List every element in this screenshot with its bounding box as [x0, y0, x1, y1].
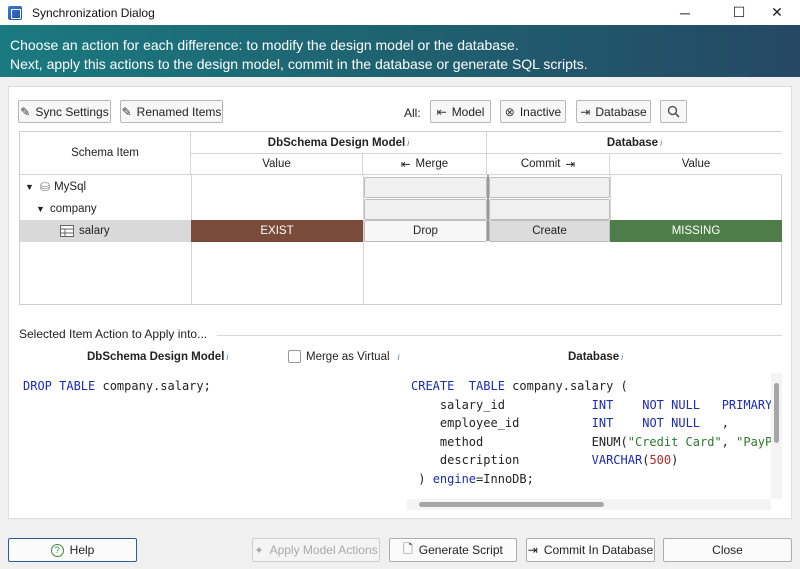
- database-sql-editor[interactable]: CREATE TABLE company.salary ( salary_id …: [407, 373, 771, 499]
- banner-line-1: Choose an action for each difference: to…: [10, 37, 519, 53]
- merge-icon: ⇤: [400, 159, 411, 171]
- scrollbar-thumb[interactable]: [419, 502, 604, 507]
- tree-row-mysql[interactable]: ▼ ⛁ MySql: [25, 176, 86, 198]
- search-icon: [667, 105, 680, 118]
- all-inactive-button[interactable]: ⊗ Inactive: [500, 100, 566, 123]
- design-model-header-label: DbSchema Design Model: [267, 136, 406, 149]
- info-icon: i: [226, 352, 229, 362]
- help-label: Help: [69, 543, 95, 557]
- apply-label: Apply Model Actions: [269, 543, 378, 557]
- database-server-icon: ⛁: [40, 180, 51, 194]
- tree-row-company[interactable]: ▼ company: [36, 198, 97, 220]
- search-button[interactable]: [660, 100, 687, 123]
- horizontal-scrollbar[interactable]: [407, 499, 771, 510]
- instruction-banner: Choose an action for each difference: to…: [0, 25, 800, 77]
- section-separator: [217, 335, 782, 336]
- title-bar: Synchronization Dialog ─ ☐ ✕: [0, 0, 800, 25]
- merge-header-label: Merge: [415, 158, 449, 170]
- tree-label-mysql: MySql: [54, 181, 87, 193]
- apply-model-actions-button[interactable]: ✦ Apply Model Actions: [252, 538, 380, 562]
- banner-line-2: Next, apply this actions to the design m…: [10, 56, 588, 72]
- selected-item-label: Selected Item Action to Apply into...: [19, 327, 208, 341]
- commit-header-label: Commit: [520, 158, 561, 170]
- pencil-icon: ✎: [20, 104, 31, 119]
- renamed-items-label: Renamed Items: [136, 104, 222, 119]
- model-value-header: Value: [191, 154, 363, 175]
- info-icon: i: [397, 352, 400, 362]
- collapse-arrow-icon[interactable]: ▼: [25, 182, 37, 192]
- all-database-label: Database: [595, 104, 647, 119]
- database-status-missing: MISSING: [610, 220, 782, 242]
- model-sql-editor[interactable]: DROP TABLE company.salary;: [19, 373, 397, 513]
- tree-label-salary: salary: [79, 225, 110, 237]
- merge-cell-mysql[interactable]: [364, 177, 487, 198]
- commit-header: Commit ⇥: [487, 154, 610, 175]
- merge-virtual-checkbox[interactable]: [288, 350, 301, 363]
- database-header: Database i: [487, 132, 782, 154]
- sync-settings-label: Sync Settings: [35, 104, 109, 119]
- collapse-arrow-icon[interactable]: ▼: [36, 204, 48, 214]
- app-icon: [8, 5, 22, 20]
- close-window-button[interactable]: ✕: [754, 0, 800, 25]
- tree-row-salary[interactable]: salary: [60, 220, 110, 242]
- window-title: Synchronization Dialog: [32, 5, 155, 20]
- right-panel-header: Database i: [568, 351, 623, 363]
- database-header-label: Database: [606, 136, 659, 149]
- commit-create-button[interactable]: Create: [489, 220, 610, 242]
- apply-icon: ✦: [254, 544, 264, 557]
- generate-label: Generate Script: [418, 543, 503, 557]
- database-value-header: Value: [610, 154, 782, 175]
- info-icon: i: [407, 137, 410, 148]
- pencil-icon: ✎: [121, 104, 132, 119]
- export-icon: ⇥: [527, 543, 538, 557]
- export-icon: ⇥: [580, 104, 591, 119]
- commit-icon: ⇥: [565, 159, 576, 171]
- merge-virtual-label: Merge as Virtual i: [306, 351, 400, 363]
- left-panel-header-label: DbSchema Design Model: [87, 351, 225, 363]
- vertical-scrollbar[interactable]: [771, 373, 782, 499]
- commit-in-database-button[interactable]: ⇥ Commit In Database: [526, 538, 655, 562]
- info-icon: i: [660, 137, 663, 148]
- script-file-icon: 🗋: [403, 541, 413, 556]
- help-button[interactable]: ? Help: [8, 538, 137, 562]
- all-database-button[interactable]: ⇥ Database: [576, 100, 651, 123]
- renamed-items-button[interactable]: ✎ Renamed Items: [120, 100, 223, 123]
- merge-header: ⇤ Merge: [363, 154, 487, 175]
- merge-cell-company[interactable]: [364, 199, 487, 220]
- all-model-label: Model: [451, 104, 485, 119]
- close-button[interactable]: Close: [663, 538, 792, 562]
- table-icon: [60, 225, 74, 237]
- tree-label-company: company: [50, 203, 97, 215]
- all-inactive-label: Inactive: [519, 104, 562, 119]
- generate-script-button[interactable]: 🗋 Generate Script: [389, 538, 517, 562]
- merge-virtual-label-text: Merge as Virtual: [306, 351, 390, 363]
- cancel-circle-icon: ⊗: [504, 104, 515, 119]
- info-icon: i: [621, 352, 624, 362]
- design-model-header: DbSchema Design Model i: [191, 132, 487, 154]
- sync-settings-button[interactable]: ✎ Sync Settings: [18, 100, 111, 123]
- left-panel-header: DbSchema Design Model i: [87, 351, 228, 363]
- main-panel: ✎ Sync Settings ✎ Renamed Items All: ⇤ M…: [8, 86, 792, 519]
- commit-cell-company[interactable]: [489, 199, 610, 220]
- commit-label: Commit In Database: [543, 543, 654, 557]
- import-icon: ⇤: [436, 104, 447, 119]
- merge-drop-button[interactable]: Drop: [364, 220, 487, 242]
- model-status-exist: EXIST: [191, 220, 363, 242]
- help-icon: ?: [50, 543, 64, 557]
- right-panel-header-label: Database: [568, 351, 620, 363]
- differences-grid: Schema Item DbSchema Design Model i Datab…: [19, 131, 782, 305]
- all-label: All:: [404, 106, 421, 120]
- all-model-button[interactable]: ⇤ Model: [430, 100, 491, 123]
- schema-item-header: Schema Item: [20, 132, 191, 175]
- minimize-button[interactable]: ─: [662, 0, 708, 25]
- scrollbar-thumb[interactable]: [774, 383, 779, 443]
- commit-cell-mysql[interactable]: [489, 177, 610, 198]
